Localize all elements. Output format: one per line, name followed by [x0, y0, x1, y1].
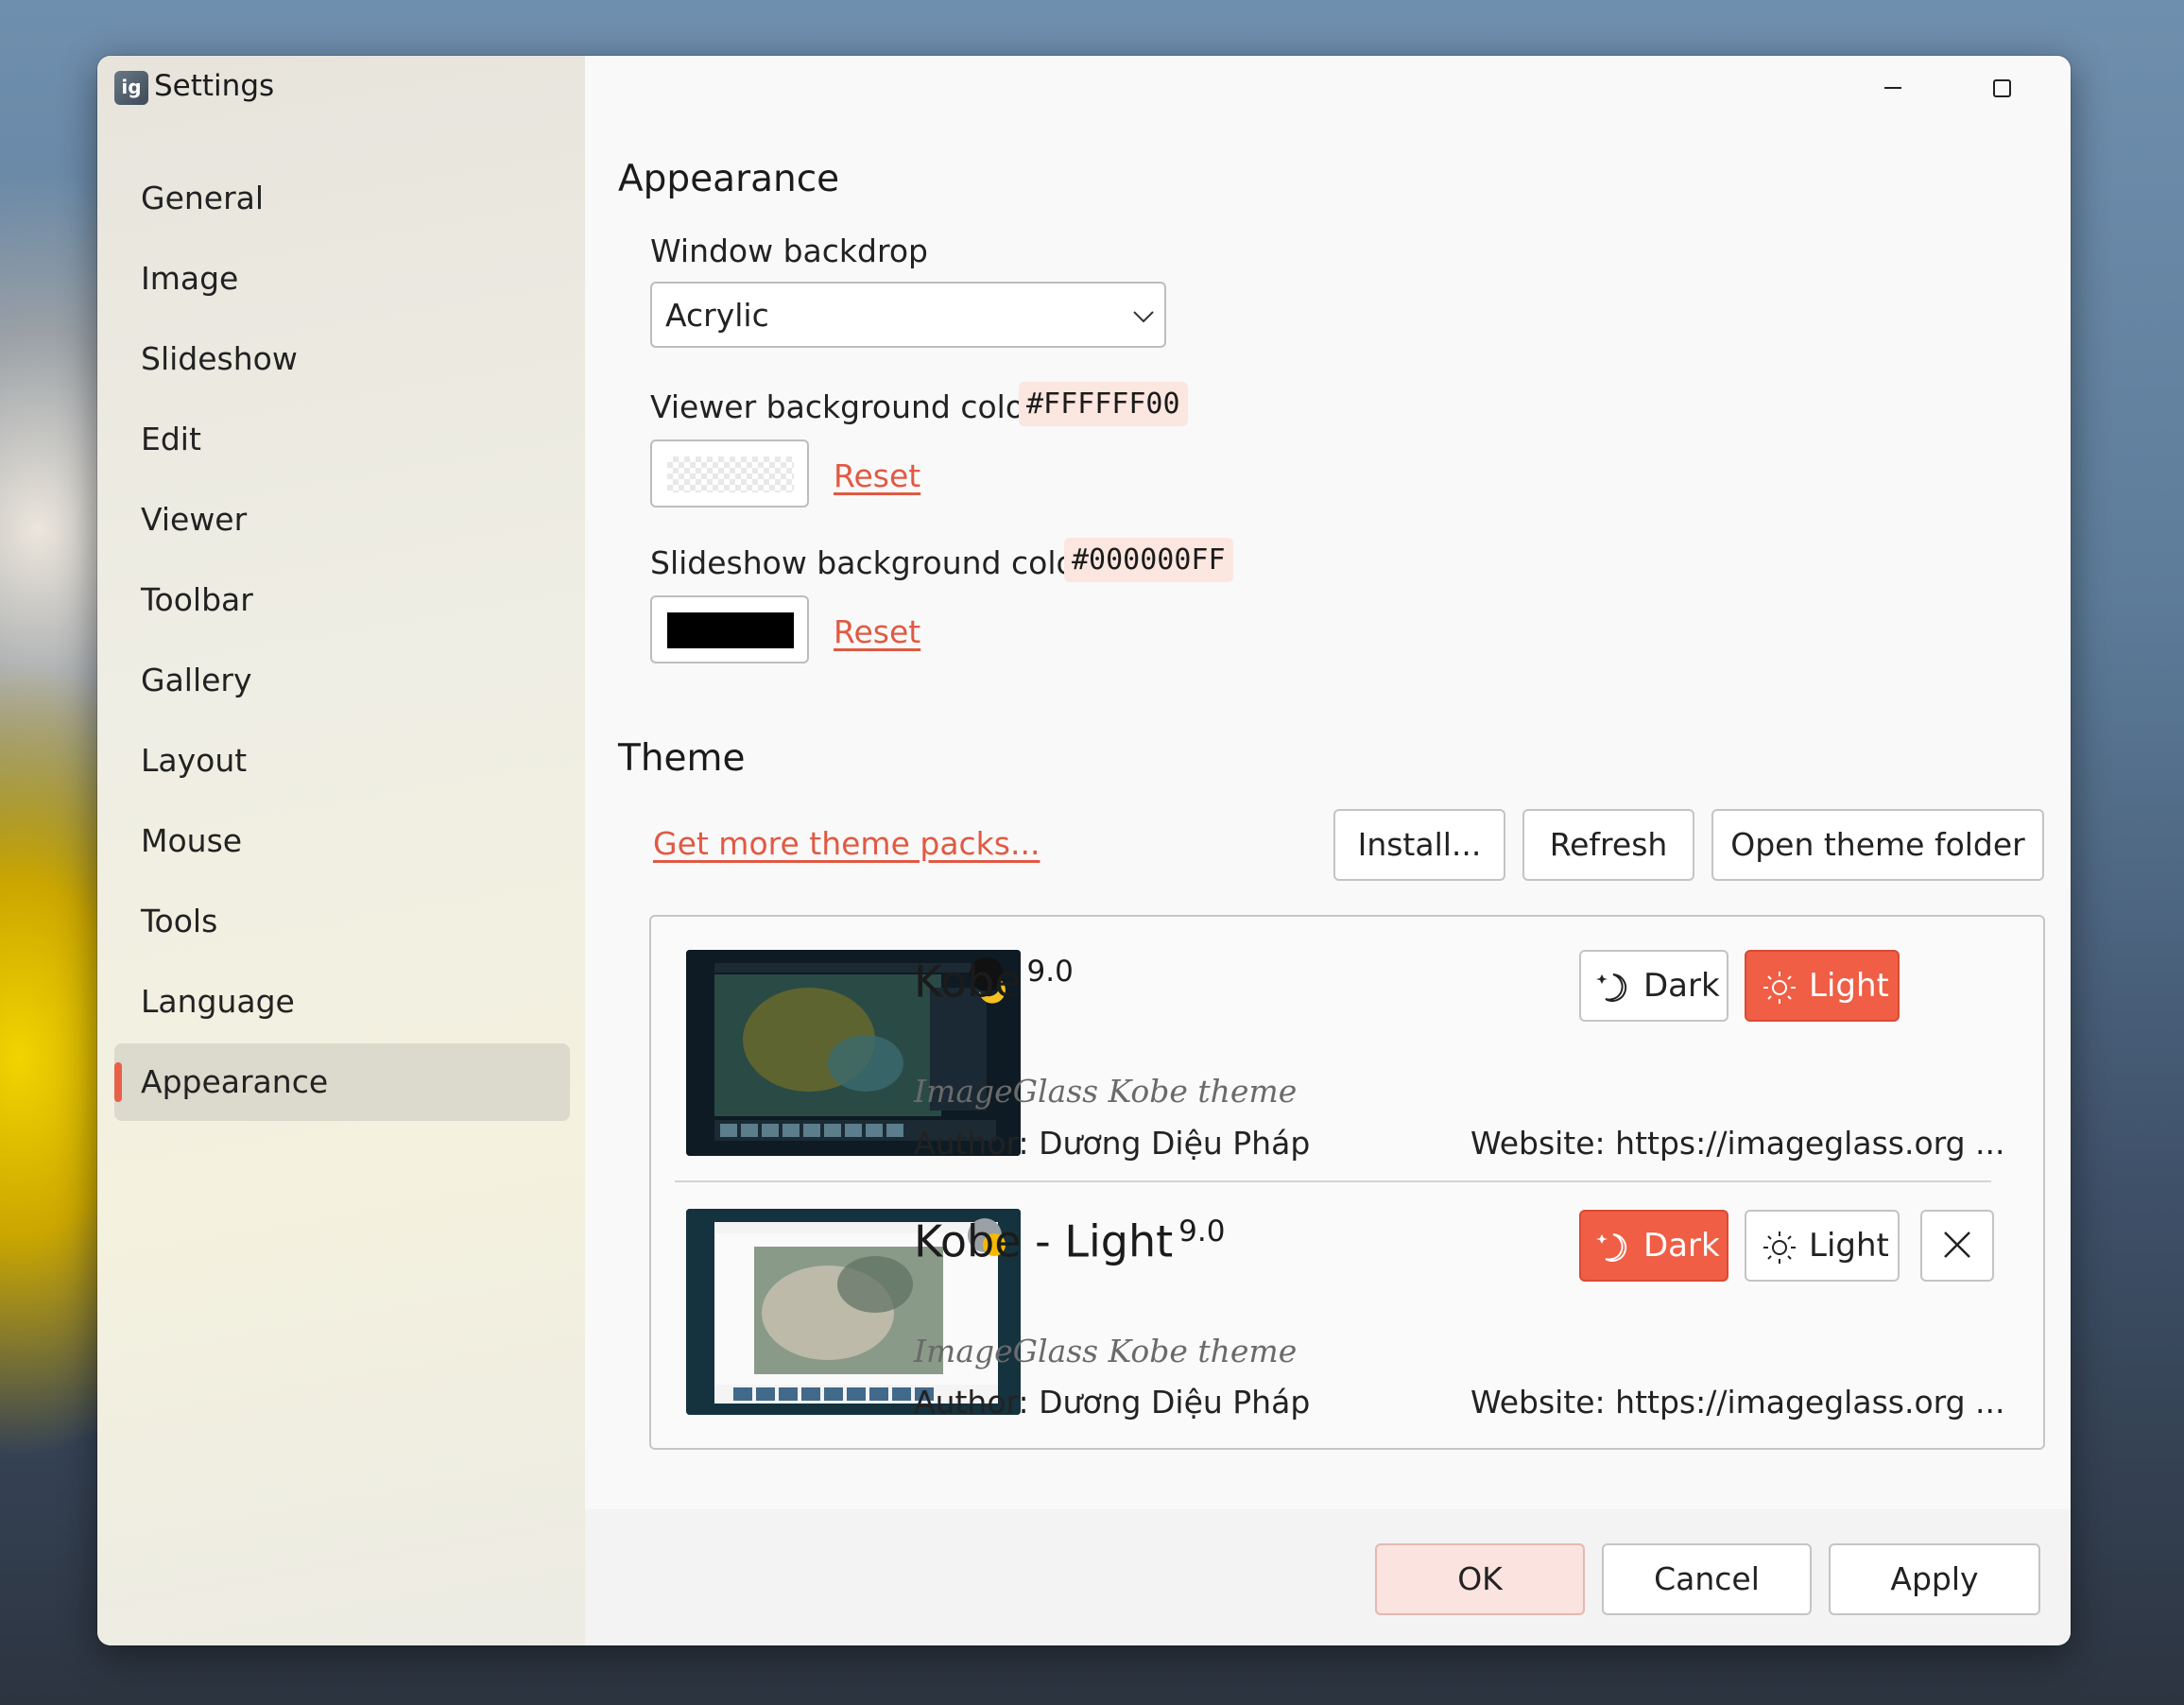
viewer-bg-label: Viewer background color	[650, 388, 1038, 425]
kobe-dark-button[interactable]: Dark	[1579, 950, 1728, 1022]
theme-version: 9.0	[1026, 955, 1074, 989]
viewer-bg-reset-link[interactable]: Reset	[834, 457, 920, 494]
get-more-themes-link[interactable]: Get more theme packs...	[653, 825, 1040, 862]
theme-list: Kobe 9.0 Dark Light ImageGlass Kobe theme…	[649, 915, 2045, 1450]
apply-button[interactable]: Apply	[1829, 1543, 2040, 1615]
cancel-button[interactable]: Cancel	[1602, 1543, 1812, 1615]
black-swatch	[667, 612, 794, 648]
theme-author-kobe-light: Author: Dương Diệu Pháp	[914, 1384, 1311, 1421]
appearance-heading: Appearance	[618, 158, 840, 200]
kobe-light-theme-light-button[interactable]: Light	[1745, 1210, 1900, 1282]
close-icon	[1944, 1231, 1970, 1258]
kobe-light-button[interactable]: Light	[1745, 950, 1900, 1022]
slideshow-bg-hex: #000000FF	[1064, 538, 1233, 582]
slideshow-bg-reset-link[interactable]: Reset	[834, 613, 920, 650]
theme-name-kobe: Kobe 9.0	[914, 955, 1074, 1007]
theme-name-kobe-light: Kobe - Light 9.0	[914, 1214, 1225, 1266]
ok-button[interactable]: OK	[1375, 1543, 1585, 1615]
theme-divider	[675, 1180, 1991, 1182]
kobe-dark-label: Dark	[1643, 967, 1720, 1005]
theme-website-kobe-light[interactable]: Website: https://imageglass.org ...	[1470, 1384, 2005, 1421]
slideshow-bg-color-picker[interactable]	[650, 595, 809, 663]
install-button[interactable]: Install...	[1333, 809, 1505, 881]
slideshow-bg-label: Slideshow background color	[650, 544, 1089, 581]
transparent-swatch	[667, 456, 794, 492]
theme-description-kobe: ImageGlass Kobe theme	[914, 1073, 1298, 1110]
uninstall-theme-button[interactable]	[1920, 1210, 1994, 1282]
theme-description-kobe-light: ImageGlass Kobe theme	[914, 1333, 1298, 1369]
theme-version: 9.0	[1178, 1214, 1226, 1249]
sun-icon	[1763, 972, 1796, 1004]
kobe-light-theme-dark-button[interactable]: Dark	[1579, 1210, 1728, 1282]
kobe-light-label: Light	[1809, 967, 1889, 1005]
window-backdrop-label: Window backdrop	[650, 232, 928, 269]
viewer-bg-hex: #FFFFFF00	[1019, 382, 1188, 426]
sun-icon	[1763, 1231, 1796, 1264]
refresh-button[interactable]: Refresh	[1522, 809, 1694, 881]
theme-name-text: Kobe - Light	[914, 1215, 1174, 1267]
moon-icon	[1596, 1233, 1627, 1262]
theme-name-text: Kobe	[914, 956, 1022, 1008]
theme-website-kobe[interactable]: Website: https://imageglass.org ...	[1470, 1125, 2005, 1162]
window-backdrop-select[interactable]: Acrylic	[650, 282, 1166, 348]
theme-heading: Theme	[618, 737, 746, 780]
theme-author-kobe: Author: Dương Diệu Pháp	[914, 1125, 1311, 1162]
chevron-down-icon	[1133, 311, 1154, 323]
viewer-bg-color-picker[interactable]	[650, 439, 809, 508]
window-backdrop-value: Acrylic	[665, 297, 769, 334]
kobe-light-theme-dark-label: Dark	[1643, 1227, 1720, 1265]
open-theme-folder-button[interactable]: Open theme folder	[1711, 809, 2044, 881]
kobe-light-theme-light-label: Light	[1809, 1227, 1889, 1265]
moon-icon	[1596, 973, 1627, 1002]
